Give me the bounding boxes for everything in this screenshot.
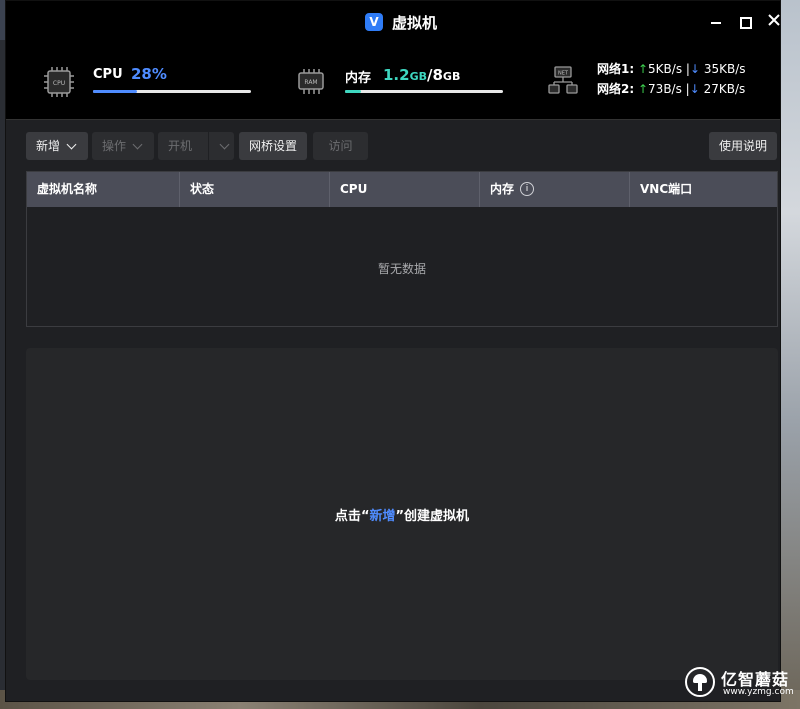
column-header-vnc-port[interactable]: VNC端口 [630, 172, 777, 207]
create-vm-panel: 点击“新增”创建虚拟机 [26, 348, 778, 680]
prompt-after: 创建虚拟机 [404, 509, 470, 524]
chevron-down-icon [132, 139, 143, 150]
bridge-settings-button[interactable]: 网桥设置 [239, 132, 307, 160]
column-header-memory-label: 内存 [490, 182, 515, 196]
network1-label: 网络1: [597, 62, 635, 76]
window-title: 虚拟机 [392, 14, 438, 32]
memory-label: 内存 [345, 71, 372, 86]
info-icon[interactable]: i [520, 181, 535, 196]
resource-stats: CPU CPU 28% RAM 内存 1.2GB/8GB NET 网络1: ↑5… [6, 43, 780, 120]
desktop-background-right [781, 0, 800, 709]
table-header: 虚拟机名称 状态 CPU 内存 i VNC端口 [27, 172, 777, 207]
column-header-cpu[interactable]: CPU [330, 172, 480, 207]
split-divider [207, 132, 209, 160]
memory-used-unit: GB [409, 70, 427, 83]
upload-arrow-icon: ↑ [637, 62, 649, 76]
memory-usage-bar [345, 90, 503, 93]
watermark: 亿智蘑菇 www.yzmg.com [685, 665, 800, 701]
app-icon: V [365, 13, 383, 31]
prompt-before: 点击 [334, 509, 361, 524]
add-dropdown-button[interactable]: 新增 [26, 132, 88, 160]
watermark-url: www.yzmg.com [723, 687, 794, 697]
help-button[interactable]: 使用说明 [709, 132, 777, 160]
maximize-button[interactable] [735, 12, 755, 32]
power-on-split-button[interactable]: 开机 [158, 132, 234, 160]
cpu-label: CPU [93, 67, 123, 82]
network1-upload: 5KB/s [648, 62, 683, 76]
net-chip-text: NET [558, 71, 569, 77]
memory-total-unit: GB [442, 70, 461, 83]
column-header-memory[interactable]: 内存 i [480, 172, 630, 207]
close-button[interactable] [764, 12, 780, 32]
column-header-status[interactable]: 状态 [180, 172, 330, 207]
add-link[interactable]: 新增 [369, 509, 395, 524]
network2-download: 27KB/s [703, 82, 746, 96]
network2-upload: 73B/s [648, 82, 682, 96]
network1-stats: 网络1: ↑5KB/s |↓ 35KB/s [597, 60, 746, 77]
network2-label: 网络2: [597, 82, 635, 96]
download-arrow-icon: ↓ [689, 82, 700, 96]
ram-chip-text: RAM [304, 79, 317, 86]
memory-usage-fill [345, 90, 361, 93]
minimize-button[interactable] [706, 12, 726, 32]
prompt-quote-close: ” [395, 509, 405, 524]
power-button-label: 开机 [168, 139, 193, 153]
network1-download: 35KB/s [703, 62, 746, 76]
chevron-down-icon [219, 139, 230, 150]
operate-dropdown-button[interactable]: 操作 [92, 132, 154, 160]
cpu-usage-bar [93, 90, 251, 93]
memory-used: 1.2 [383, 66, 410, 84]
memory-total: 8 [432, 66, 443, 84]
chevron-down-icon [66, 139, 77, 150]
operate-button-label: 操作 [102, 139, 127, 153]
empty-table-text: 暂无数据 [377, 262, 426, 276]
cpu-usage-fill [93, 90, 138, 93]
vm-window: V 虚拟机 CPU CPU 28% RAM 内存 1.2GB/8GB NET 网… [5, 0, 781, 702]
column-header-name[interactable]: 虚拟机名称 [27, 172, 180, 207]
visit-button[interactable]: 访问 [313, 132, 368, 160]
create-vm-prompt: 点击“新增”创建虚拟机 [26, 505, 778, 524]
upload-arrow-icon: ↑ [637, 82, 649, 96]
download-arrow-icon: ↓ [689, 62, 701, 76]
cpu-value: 28% [131, 65, 167, 83]
mushroom-logo-icon [685, 667, 715, 697]
cpu-chip-text: CPU [53, 80, 65, 87]
vm-table: 虚拟机名称 状态 CPU 内存 i VNC端口 暂无数据 [26, 171, 778, 327]
close-icon [768, 14, 780, 26]
network2-stats: 网络2: ↑73B/s |↓ 27KB/s [597, 80, 745, 97]
add-button-label: 新增 [36, 139, 61, 153]
title-bar[interactable]: V 虚拟机 [6, 1, 780, 43]
memory-value: 1.2GB/8GB [383, 65, 460, 84]
